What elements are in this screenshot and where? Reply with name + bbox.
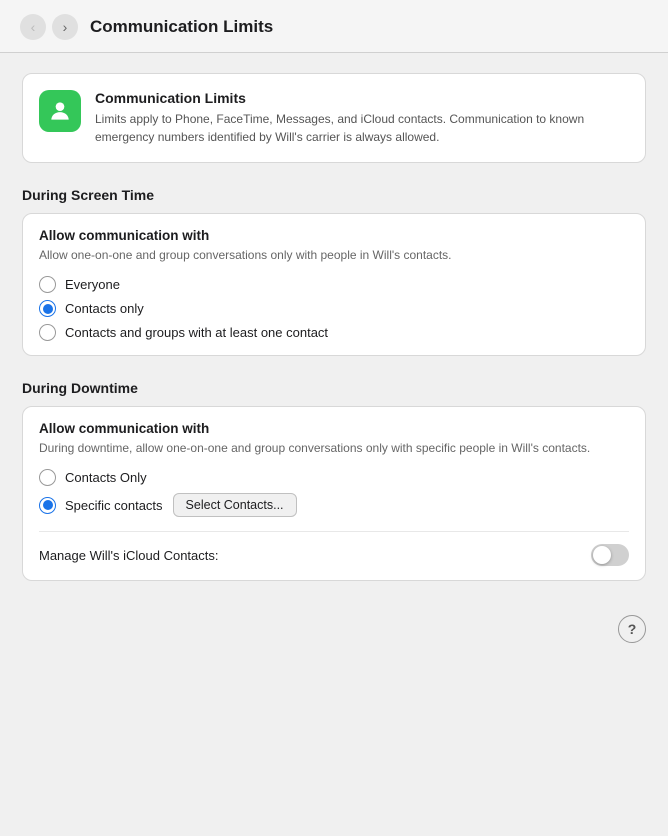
app-icon [39,90,81,132]
header: ‹ › Communication Limits [0,0,668,53]
radio-circle-specific-contacts [39,497,56,514]
help-button[interactable]: ? [618,615,646,643]
select-contacts-button[interactable]: Select Contacts... [173,493,297,517]
downtime-card-subtitle: During downtime, allow one-on-one and gr… [39,439,629,457]
page-title: Communication Limits [90,17,273,37]
downtime-heading: During Downtime [22,380,646,396]
communication-icon [47,98,73,124]
screen-time-card-title: Allow communication with [39,228,629,243]
radio-label-everyone: Everyone [65,277,120,292]
info-card-description: Limits apply to Phone, FaceTime, Message… [95,110,629,146]
radio-contacts-groups[interactable]: Contacts and groups with at least one co… [39,324,629,341]
info-card: Communication Limits Limits apply to Pho… [22,73,646,163]
radio-everyone[interactable]: Everyone [39,276,629,293]
icloud-contacts-toggle-row: Manage Will's iCloud Contacts: [39,531,629,566]
main-content: Communication Limits Limits apply to Pho… [0,53,668,625]
radio-label-specific-contacts: Specific contacts [65,498,163,513]
screen-time-card-subtitle: Allow one-on-one and group conversations… [39,246,629,264]
screen-time-heading: During Screen Time [22,187,646,203]
radio-contacts-only-down[interactable]: Contacts Only [39,469,629,486]
radio-contacts-only[interactable]: Contacts only [39,300,629,317]
downtime-radio-group: Contacts Only Specific contacts Select C… [39,469,629,517]
radio-circle-contacts-groups [39,324,56,341]
radio-label-contacts-groups: Contacts and groups with at least one co… [65,325,328,340]
specific-contacts-row: Specific contacts Select Contacts... [65,493,297,517]
radio-circle-everyone [39,276,56,293]
forward-button[interactable]: › [52,14,78,40]
radio-label-contacts-only-down: Contacts Only [65,470,147,485]
radio-specific-contacts[interactable]: Specific contacts Select Contacts... [39,493,629,517]
icloud-contacts-label: Manage Will's iCloud Contacts: [39,548,219,563]
radio-circle-contacts-only [39,300,56,317]
screen-time-radio-group: Everyone Contacts only Contacts and grou… [39,276,629,341]
downtime-card: Allow communication with During downtime… [22,406,646,581]
back-button[interactable]: ‹ [20,14,46,40]
info-card-title: Communication Limits [95,90,629,106]
info-text: Communication Limits Limits apply to Pho… [95,90,629,146]
screen-time-card: Allow communication with Allow one-on-on… [22,213,646,356]
downtime-card-title: Allow communication with [39,421,629,436]
radio-label-contacts-only: Contacts only [65,301,144,316]
icloud-contacts-toggle[interactable] [591,544,629,566]
radio-circle-contacts-only-down [39,469,56,486]
